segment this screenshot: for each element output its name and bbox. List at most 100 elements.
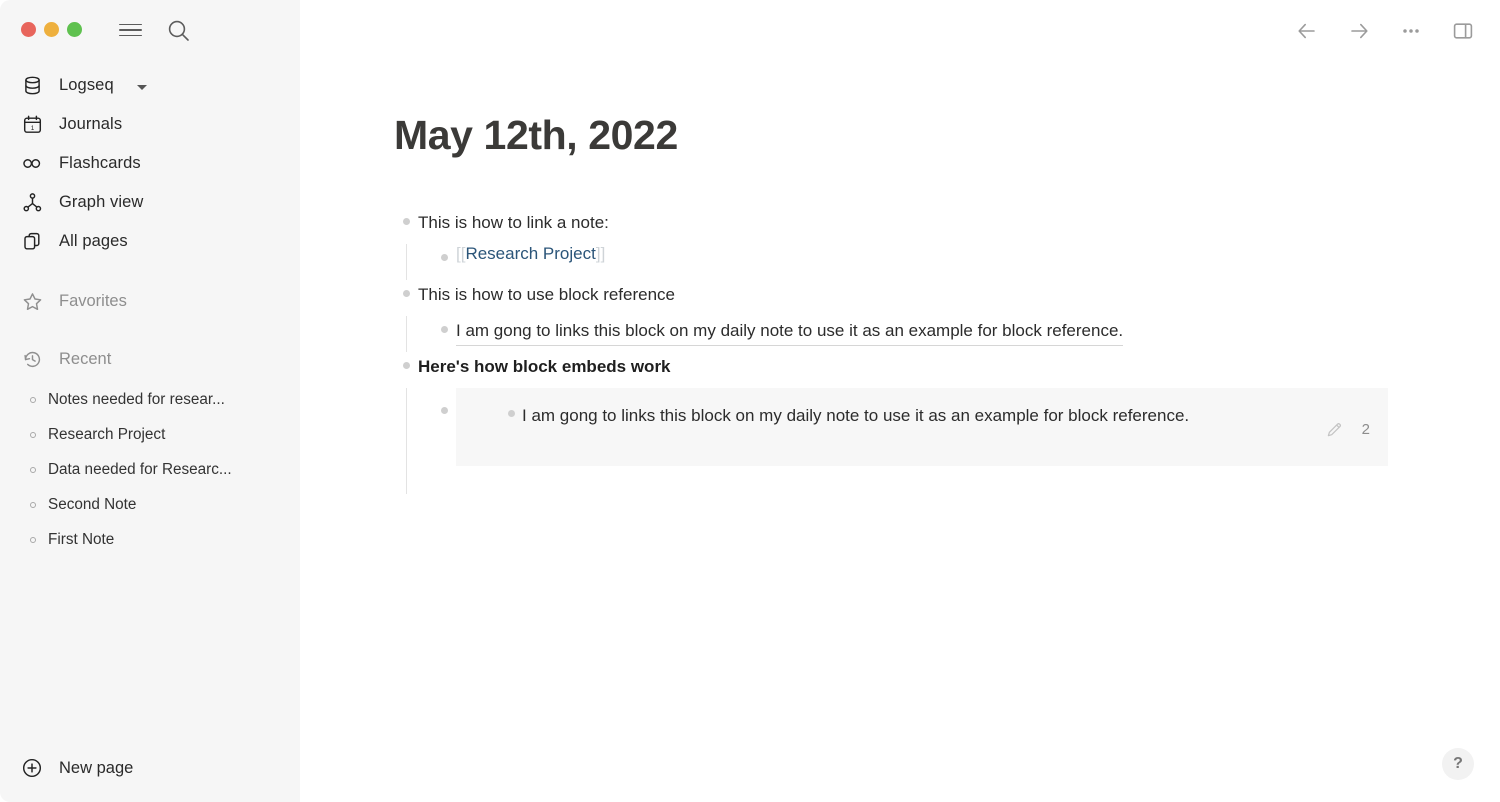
- bullet-icon[interactable]: [440, 407, 448, 414]
- recent-item[interactable]: Notes needed for resear...: [0, 382, 300, 417]
- recent-item-label: Notes needed for resear...: [48, 390, 225, 408]
- calendar-icon: 1: [21, 114, 43, 136]
- block-tree: This is how to link a note: [[Research P…: [394, 208, 1500, 494]
- recent-item-label: Data needed for Researc...: [48, 460, 232, 478]
- pencil-icon[interactable]: [1325, 420, 1344, 439]
- bullet-container[interactable]: [432, 316, 456, 333]
- plus-circle-icon: [21, 757, 43, 779]
- bullet-icon[interactable]: [507, 410, 515, 417]
- block-content[interactable]: This is how to use block reference: [418, 280, 675, 309]
- block-embed-card[interactable]: I am gong to links this block on my dail…: [456, 388, 1388, 466]
- bullet-icon: [30, 536, 36, 543]
- block-row[interactable]: I am gong to links this block on my dail…: [432, 316, 1500, 352]
- window-controls: [21, 22, 82, 37]
- main-content: May 12th, 2022 This is how to link a not…: [300, 0, 1500, 802]
- new-page-button[interactable]: New page: [0, 746, 300, 790]
- help-button[interactable]: ?: [1442, 748, 1474, 780]
- sidebar-nav: Logseq 1 Journals Flashcards Graph view …: [0, 66, 300, 557]
- maximize-button[interactable]: [67, 22, 82, 37]
- left-sidebar: Logseq 1 Journals Flashcards Graph view …: [0, 0, 300, 802]
- database-icon: [21, 75, 43, 97]
- block-row[interactable]: This is how to use block reference: [394, 280, 1500, 316]
- sidebar-section-recent[interactable]: Recent: [0, 342, 300, 376]
- bullet-container[interactable]: [432, 244, 456, 261]
- sidebar-item-label: All pages: [59, 232, 128, 250]
- bullet-icon[interactable]: [402, 362, 410, 369]
- pages-icon: [21, 231, 43, 253]
- block-row[interactable]: Here's how block embeds work: [394, 352, 1500, 388]
- bullet-icon[interactable]: [440, 254, 448, 261]
- recent-item-label: Research Project: [48, 425, 166, 443]
- bullet-container[interactable]: [432, 388, 456, 414]
- minimize-button[interactable]: [44, 22, 59, 37]
- svg-text:1: 1: [30, 125, 34, 132]
- block: This is how to use block reference I am …: [394, 280, 1500, 352]
- bullet-container[interactable]: [394, 352, 418, 369]
- block-children: I am gong to links this block on my dail…: [406, 388, 1500, 494]
- sidebar-item-graph-view[interactable]: Graph view: [0, 183, 300, 222]
- sidebar-item-label: Flashcards: [59, 154, 141, 172]
- indent-guide-line: [406, 244, 407, 280]
- recent-item[interactable]: Second Note: [0, 487, 300, 522]
- block-row[interactable]: [[Research Project]]: [432, 244, 1500, 280]
- recent-items-list: Notes needed for resear... Research Proj…: [0, 382, 300, 557]
- star-icon: [21, 291, 43, 312]
- close-button[interactable]: [21, 22, 36, 37]
- forward-arrow-icon[interactable]: [1346, 18, 1372, 44]
- embed-block-content[interactable]: I am gong to links this block on my dail…: [522, 401, 1282, 430]
- sidebar-item-all-pages[interactable]: All pages: [0, 222, 300, 261]
- menu-bar-1: [119, 23, 142, 26]
- sidebar-section-favorites[interactable]: Favorites: [0, 284, 300, 318]
- sidebar-item-label: Graph view: [59, 193, 144, 211]
- bullet-icon[interactable]: [402, 290, 410, 297]
- embed-meta: 2: [1325, 420, 1370, 439]
- page-reference[interactable]: [[Research Project]]: [456, 244, 605, 264]
- block: Here's how block embeds work I am gong t…: [394, 352, 1500, 494]
- menu-bar-3: [119, 34, 142, 37]
- recent-item-label: First Note: [48, 530, 115, 548]
- sidebar-item-flashcards[interactable]: Flashcards: [0, 144, 300, 183]
- top-toolbar: [1294, 0, 1500, 62]
- block: This is how to link a note: [[Research P…: [394, 208, 1500, 280]
- bullet-icon[interactable]: [402, 218, 410, 225]
- reference-count[interactable]: 2: [1362, 421, 1370, 438]
- block-content[interactable]: This is how to link a note:: [418, 208, 609, 237]
- right-sidebar-icon[interactable]: [1450, 18, 1476, 44]
- graph-name-label: Logseq: [59, 76, 114, 94]
- bullet-container[interactable]: [394, 208, 418, 225]
- bullet-container[interactable]: [394, 280, 418, 297]
- recent-item[interactable]: Research Project: [0, 417, 300, 452]
- bullet-icon: [30, 501, 36, 508]
- infinity-icon: [21, 153, 43, 175]
- recent-item-label: Second Note: [48, 495, 137, 513]
- bullet-icon[interactable]: [440, 326, 448, 333]
- bullet-container[interactable]: [500, 401, 522, 417]
- indent-guide-line: [406, 316, 407, 352]
- bullet-icon: [30, 396, 36, 403]
- embed-content-row: I am gong to links this block on my dail…: [456, 401, 1388, 430]
- block-reference[interactable]: I am gong to links this block on my dail…: [456, 316, 1124, 346]
- graph-icon: [21, 192, 43, 214]
- bullet-icon: [30, 466, 36, 473]
- menu-icon[interactable]: [119, 20, 143, 40]
- sidebar-item-journals[interactable]: 1 Journals: [0, 105, 300, 144]
- sidebar-item-label: Journals: [59, 115, 123, 133]
- block-row[interactable]: This is how to link a note:: [394, 208, 1500, 244]
- recent-item[interactable]: Data needed for Researc...: [0, 452, 300, 487]
- chevron-down-icon[interactable]: [136, 85, 147, 90]
- recent-label: Recent: [59, 349, 112, 368]
- block-children: [[Research Project]]: [406, 244, 1500, 280]
- recent-item[interactable]: First Note: [0, 522, 300, 557]
- indent-guide-line: [406, 388, 407, 494]
- block-children: I am gong to links this block on my dail…: [406, 316, 1500, 352]
- search-icon[interactable]: [166, 18, 192, 44]
- ellipsis-icon[interactable]: [1398, 18, 1424, 44]
- sidebar-item-graph-selector[interactable]: Logseq: [0, 66, 300, 105]
- block-content[interactable]: Here's how block embeds work: [418, 352, 671, 381]
- back-arrow-icon[interactable]: [1294, 18, 1320, 44]
- new-page-label: New page: [59, 758, 134, 777]
- page-reference-link[interactable]: Research Project: [465, 244, 595, 263]
- block-row[interactable]: I am gong to links this block on my dail…: [432, 388, 1500, 466]
- bullet-icon: [30, 431, 36, 438]
- favorites-label: Favorites: [59, 291, 127, 310]
